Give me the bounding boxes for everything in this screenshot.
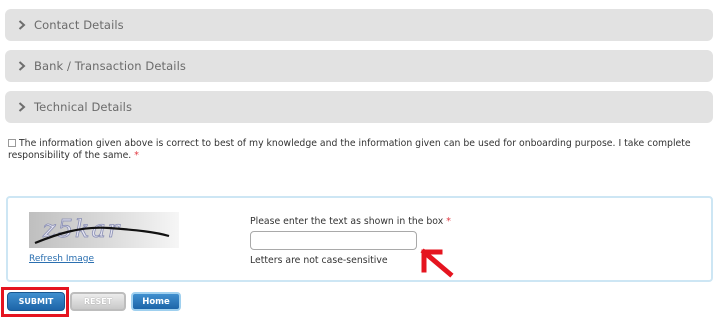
declaration-checkbox[interactable]: [8, 139, 16, 147]
captcha-prompt: Please enter the text as shown in the bo…: [250, 216, 451, 227]
section-technical-details[interactable]: Technical Details: [5, 91, 713, 123]
captcha-image: z5kar: [29, 212, 179, 248]
reset-button[interactable]: RESET: [70, 292, 126, 311]
section-label: Bank / Transaction Details: [34, 59, 186, 73]
refresh-image-link[interactable]: Refresh Image: [29, 254, 94, 264]
chevron-right-icon: [15, 59, 29, 73]
chevron-right-icon: [15, 18, 29, 32]
section-contact-details[interactable]: Contact Details: [5, 9, 713, 41]
section-label: Technical Details: [34, 100, 133, 114]
captcha-input[interactable]: [250, 231, 417, 250]
required-marker: *: [134, 150, 139, 161]
home-button[interactable]: Home: [131, 292, 181, 311]
captcha-panel: z5kar Refresh Image Please enter the tex…: [6, 196, 713, 282]
declaration-text: The information given above is correct t…: [8, 138, 691, 161]
declaration: The information given above is correct t…: [8, 138, 708, 162]
captcha-hint: Letters are not case-sensitive: [250, 255, 388, 266]
chevron-right-icon: [15, 100, 29, 114]
submit-button[interactable]: SUBMIT: [7, 292, 65, 311]
section-label: Contact Details: [34, 18, 124, 32]
section-bank-transaction-details[interactable]: Bank / Transaction Details: [5, 50, 713, 82]
